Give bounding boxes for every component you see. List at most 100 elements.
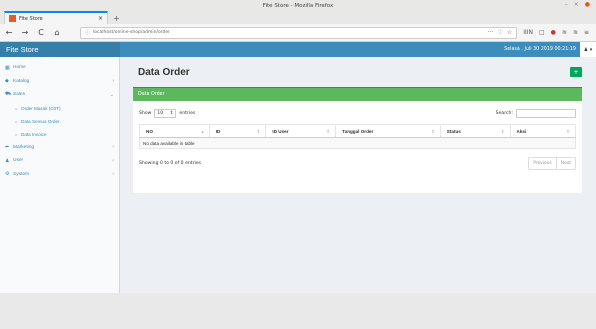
site-info-icon[interactable]: ⓘ [85,29,90,36]
search-input[interactable] [516,108,576,118]
url-bar[interactable]: ⓘ localhost/online-shop/admin/order ··· … [80,26,518,39]
sort-asc-icon: ▴ [201,128,204,134]
sort-icon: ⇕ [500,128,505,134]
browser-toolbar: IIIN □ ● ≋ ≋ ≡ [523,29,592,36]
chevron-left-icon: ‹ [112,171,114,178]
share-icon: ➦ [5,144,10,151]
sort-icon: ⇕ [430,128,435,134]
col-id-user[interactable]: ID User ⇕ [265,124,337,138]
cart-icon: ⛟ [5,91,12,98]
table-header-row: NO ▴ ID ⇕ ID User ⇕ Tanggal Order ⇕ Status ⇕ … [139,124,577,138]
table-search: Search: [496,108,576,118]
os-title-bar: Fite Store - Mozilla Firefox – × ● [0,0,596,11]
table-row: No data available in table [139,137,576,149]
sidebar-subitem-label: Order Masuk (C0T) [21,105,61,111]
browser-tab[interactable]: Fite Store × [4,11,108,24]
sidebar-item-sales[interactable]: ⛟ Sales ⌄ [0,88,119,102]
entries-label: entries [179,110,196,116]
sort-icon: ⇕ [256,128,261,134]
sidebar-subitem-data-semua-order[interactable]: ○ Data Semua Order [0,115,119,128]
entries-select[interactable]: 10 ⇕ [154,108,177,118]
sidebar-item-label: Home [13,65,26,71]
tab-strip: Fite Store × + [0,11,596,24]
col-tanggal-order[interactable]: Tanggal Order ⇕ [335,124,441,138]
sidebar: ▦ Home ◆ Katalog › ⛟ Sales ⌄ ○ Order Mas… [0,57,120,293]
home-icon[interactable]: ⌂ [52,28,62,37]
header-datetime: Selasa , Juli 30 2019 00:21:19 [504,47,576,52]
sidebar-item-system[interactable]: ⚙ System ‹ [0,168,119,182]
sidebar-item-label: Marketing [13,144,35,150]
empty-table-message: No data available in table [139,137,576,149]
tab-close-icon[interactable]: × [98,15,103,22]
sidebar-item-katalog[interactable]: ◆ Katalog › [0,75,119,89]
chevron-down-icon: ⌄ [109,91,114,98]
extension-2-icon[interactable]: ≋ [562,29,567,36]
main-content: Data Order + Data Order Show 10 ⇕ entrie… [120,57,596,293]
window-title: Fite Store - Mozilla Firefox [262,2,334,9]
sort-icon: ⇕ [326,128,331,134]
col-aksi[interactable]: Aksi ⇕ [509,124,577,138]
sidebar-toggle-icon[interactable]: □ [539,29,545,36]
chevron-left-icon: ‹ [112,144,114,151]
desktop-bottom [0,293,596,329]
page-actions-menu-icon[interactable]: ··· [488,29,494,36]
show-entries: Show 10 ⇕ entries [139,108,196,118]
page-title: Data Order [138,66,190,78]
extension-icon[interactable]: ● [551,29,556,36]
pocket-icon[interactable]: ♡ [497,29,502,36]
col-id[interactable]: ID ⇕ [208,124,267,138]
tab-title: Fite Store [19,15,43,22]
library-icon[interactable]: IIIN [523,29,533,36]
sidebar-item-user[interactable]: ♟ User ‹ [0,154,119,168]
sidebar-item-label: System [13,171,29,177]
window-controls: – × ● [565,1,590,8]
user-menu-button[interactable]: ♟ ▾ [580,42,596,57]
sidebar-subitem-data-invoice[interactable]: ○ Data Invoice [0,128,119,141]
user-icon: ♟ [5,157,10,164]
show-label: Show [139,110,152,116]
table-footer: Showing 0 to 0 of 0 entries Previous Nex… [139,157,576,170]
hamburger-menu-icon[interactable]: ≡ [584,29,589,36]
gear-icon: ⚙ [5,171,10,178]
back-icon[interactable]: ← [4,28,14,37]
sidebar-subitem-label: Data Invoice [21,131,47,137]
bookmark-star-icon[interactable]: ☆ [507,29,512,36]
close-window-icon[interactable]: ● [585,1,590,8]
col-status[interactable]: Status ⇕ [439,124,511,138]
table-info: Showing 0 to 0 of 0 entries [139,161,201,166]
pagination: Previous Next [528,157,576,170]
new-tab-button[interactable]: + [113,14,120,23]
next-button[interactable]: Next [555,158,575,169]
minimize-icon[interactable]: – [565,1,568,8]
table-controls: Show 10 ⇕ entries Search: [139,106,576,120]
col-no[interactable]: NO ▴ [139,124,210,138]
sort-icon: ⇕ [566,128,570,134]
extension-3-icon[interactable]: ≋ [573,29,578,36]
box-title: Data Order [133,88,582,101]
sidebar-item-label: User [13,158,24,164]
favicon-icon [9,15,16,22]
navigation-bar: ← → C ⌂ ⓘ localhost/online-shop/admin/or… [0,24,596,42]
sidebar-item-marketing[interactable]: ➦ Marketing ‹ [0,141,119,155]
reload-icon[interactable]: C [36,28,46,37]
forward-icon[interactable]: → [20,28,30,37]
app-header: Fite Store Selasa , Juli 30 2019 00:21:1… [0,42,596,57]
box-body: Show 10 ⇕ entries Search: NO ▴ ID ⇕ ID U… [133,101,582,175]
home-dashboard-icon: ▦ [5,64,10,71]
url-text[interactable]: localhost/online-shop/admin/order [93,30,170,35]
data-order-box: Data Order Show 10 ⇕ entries Search: NO … [133,87,582,193]
chevron-right-icon: › [112,78,114,85]
sidebar-subitem-order-masuk[interactable]: ○ Order Masuk (C0T) [0,102,119,115]
tag-icon: ◆ [5,78,9,85]
add-order-button[interactable]: + [570,67,582,77]
sidebar-item-home[interactable]: ▦ Home [0,61,119,75]
header-right: Selasa , Juli 30 2019 00:21:19 ♟ ▾ [504,42,596,57]
previous-button[interactable]: Previous [529,158,556,169]
sidebar-subitem-label: Data Semua Order [21,118,60,124]
sidebar-item-label: Sales [13,92,25,98]
app-brand[interactable]: Fite Store [0,42,120,57]
chevron-left-icon: ‹ [112,157,114,164]
maximize-icon[interactable]: × [574,1,579,8]
page-actions: ··· ♡ ☆ [488,29,513,36]
app-body: ▦ Home ◆ Katalog › ⛟ Sales ⌄ ○ Order Mas… [0,57,596,293]
